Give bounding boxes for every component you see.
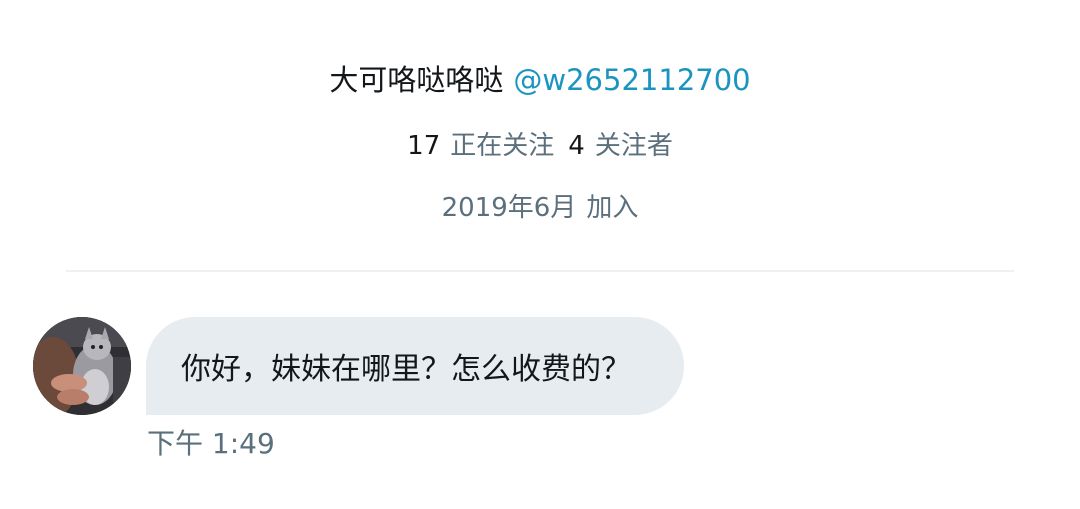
joined-label: 加入 — [586, 193, 639, 223]
avatar[interactable] — [33, 317, 131, 415]
following-stat[interactable]: 17 正在关注 — [407, 131, 554, 161]
message-bubble[interactable]: 你好，妹妹在哪里？怎么收费的？ — [146, 317, 684, 415]
dm-conversation-view: 大可咯哒咯哒 @w2652112700 17 正在关注 4 关注者 2019年6月 加入 … — [0, 0, 1080, 509]
profile-name-line: 大可咯哒咯哒 @w2652112700 — [0, 58, 1080, 102]
following-count: 17 — [407, 131, 441, 161]
message-timestamp: 下午 1:49 — [147, 427, 275, 460]
joined-date: 2019年6月 加入 — [0, 188, 1080, 228]
followers-stat[interactable]: 4 关注者 — [568, 131, 673, 161]
followers-count: 4 — [568, 131, 585, 161]
divider — [66, 270, 1014, 272]
display-name: 大可咯哒咯哒 — [329, 63, 504, 97]
user-handle-link[interactable]: @w2652112700 — [513, 63, 750, 97]
follow-stats: 17 正在关注 4 关注者 — [0, 126, 1080, 166]
message-text: 你好，妹妹在哪里？怎么收费的？ — [181, 352, 631, 387]
followers-label: 关注者 — [594, 131, 673, 161]
joined-date-value: 2019年6月 — [441, 193, 577, 223]
avatar-image — [33, 317, 131, 415]
following-label: 正在关注 — [450, 131, 555, 161]
